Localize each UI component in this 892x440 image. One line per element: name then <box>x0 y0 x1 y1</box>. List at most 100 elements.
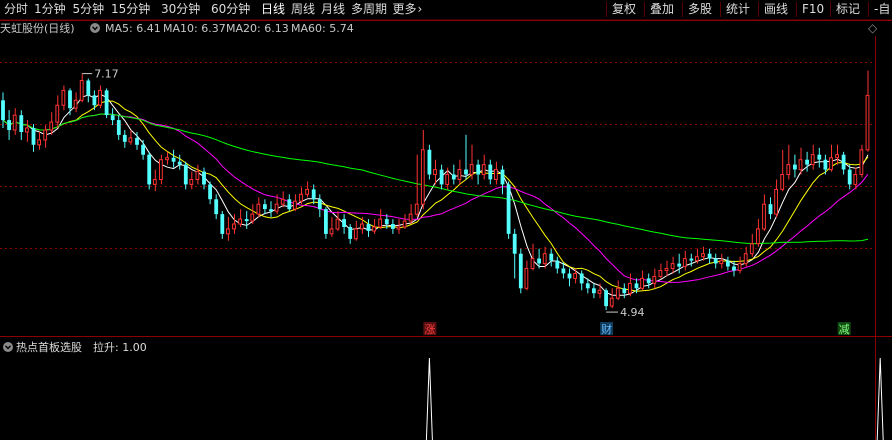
candle-down <box>92 95 97 106</box>
event-marker: 财 <box>601 322 612 336</box>
candle-down <box>202 171 206 185</box>
candle-down <box>287 199 292 210</box>
candle-down <box>31 128 36 145</box>
candle-up <box>329 228 334 235</box>
candle-up <box>402 220 407 228</box>
candle-down <box>847 169 852 185</box>
kline-chart-area: 7.17 4.94 涨 财 减 <box>0 20 892 440</box>
candle-up <box>12 114 17 131</box>
settings-diamond-icon[interactable]: ◇ <box>868 21 877 36</box>
candle-down <box>476 164 481 175</box>
candle-down <box>171 157 176 162</box>
candle-down <box>384 219 389 224</box>
candle-down <box>634 283 639 289</box>
chart-title: 天虹股份(日线) <box>0 22 75 35</box>
candle-down <box>324 209 328 234</box>
candle-up <box>695 256 699 262</box>
candle-down <box>141 144 145 155</box>
candle-down <box>646 278 651 284</box>
candle-up <box>79 80 84 101</box>
candle-up <box>152 179 157 185</box>
candle-up <box>774 188 779 215</box>
high-price-label: 7.17 <box>94 68 119 81</box>
candle-up <box>524 268 529 289</box>
candle-up <box>420 149 425 205</box>
candle-down <box>579 273 584 284</box>
candle-up <box>408 213 413 222</box>
candle-up <box>414 203 419 215</box>
candle-up <box>640 277 645 289</box>
candle-down <box>451 174 456 180</box>
candle-up <box>43 129 48 141</box>
candle-up <box>189 179 194 185</box>
candle-down <box>677 263 682 267</box>
candle-up <box>250 213 255 222</box>
candle-down <box>805 159 809 165</box>
candle-up <box>274 203 279 212</box>
candle-down <box>342 219 346 227</box>
ma60-label: MA60: 5.74 <box>291 22 354 35</box>
candle-up <box>810 154 815 166</box>
event-marker: 减 <box>839 323 850 336</box>
candle-down <box>622 288 627 294</box>
candle-down <box>512 233 517 254</box>
candle-up <box>658 270 663 277</box>
candle-up <box>165 157 169 161</box>
candle-up <box>73 99 78 109</box>
candle-up <box>49 121 54 131</box>
candle-up <box>780 174 785 190</box>
candle-up <box>628 282 632 294</box>
candle-down <box>549 253 554 261</box>
indicator-collapse-icon[interactable] <box>2 340 14 355</box>
candle-down <box>348 227 353 239</box>
candle-down <box>488 164 493 180</box>
candle-up <box>335 218 340 230</box>
candle-up <box>232 223 236 230</box>
candle-down <box>19 115 24 132</box>
candle-up <box>670 263 675 270</box>
candle-down <box>68 90 72 109</box>
candle-down <box>732 266 736 271</box>
candle-down <box>585 283 590 289</box>
candle-down <box>518 253 523 289</box>
candle-down <box>768 204 773 215</box>
event-marker: 涨 <box>424 323 435 336</box>
candle-down <box>116 120 121 135</box>
candle-up <box>280 198 285 205</box>
candle-up <box>829 157 833 171</box>
candle-down <box>439 169 444 185</box>
indicator-value: 拉升: 1.00 <box>93 341 147 354</box>
candle-up <box>360 223 364 230</box>
candle-up <box>457 169 462 181</box>
candle-up <box>853 174 858 185</box>
candle-down <box>823 159 828 170</box>
ma20-label: MA20: 6.13 <box>226 22 289 35</box>
candle-up <box>573 273 578 279</box>
candle-up <box>743 253 748 265</box>
candle-down <box>555 260 560 269</box>
candle-down <box>244 219 249 222</box>
candle-down <box>147 154 152 185</box>
candle-up <box>664 268 669 271</box>
candle-down <box>500 169 505 185</box>
candle-up <box>798 159 803 171</box>
candle-up <box>159 159 163 180</box>
candle-down <box>726 260 730 267</box>
candle-down <box>110 115 115 121</box>
candle-up <box>445 174 450 185</box>
candle-down <box>1 100 5 121</box>
candle-up <box>238 218 242 225</box>
candle-up <box>859 149 864 176</box>
candle-up <box>396 226 401 230</box>
candle-up <box>433 169 437 176</box>
candle-down <box>817 154 822 160</box>
candle-up <box>305 188 310 195</box>
candle-up <box>25 127 29 133</box>
candle-down <box>122 134 127 142</box>
candle-up <box>701 253 705 258</box>
legend-collapse-icon[interactable] <box>89 21 101 36</box>
ma20-line <box>2 113 869 283</box>
candle-up <box>719 260 724 265</box>
candle-down <box>135 137 139 145</box>
candle-up <box>481 164 486 176</box>
